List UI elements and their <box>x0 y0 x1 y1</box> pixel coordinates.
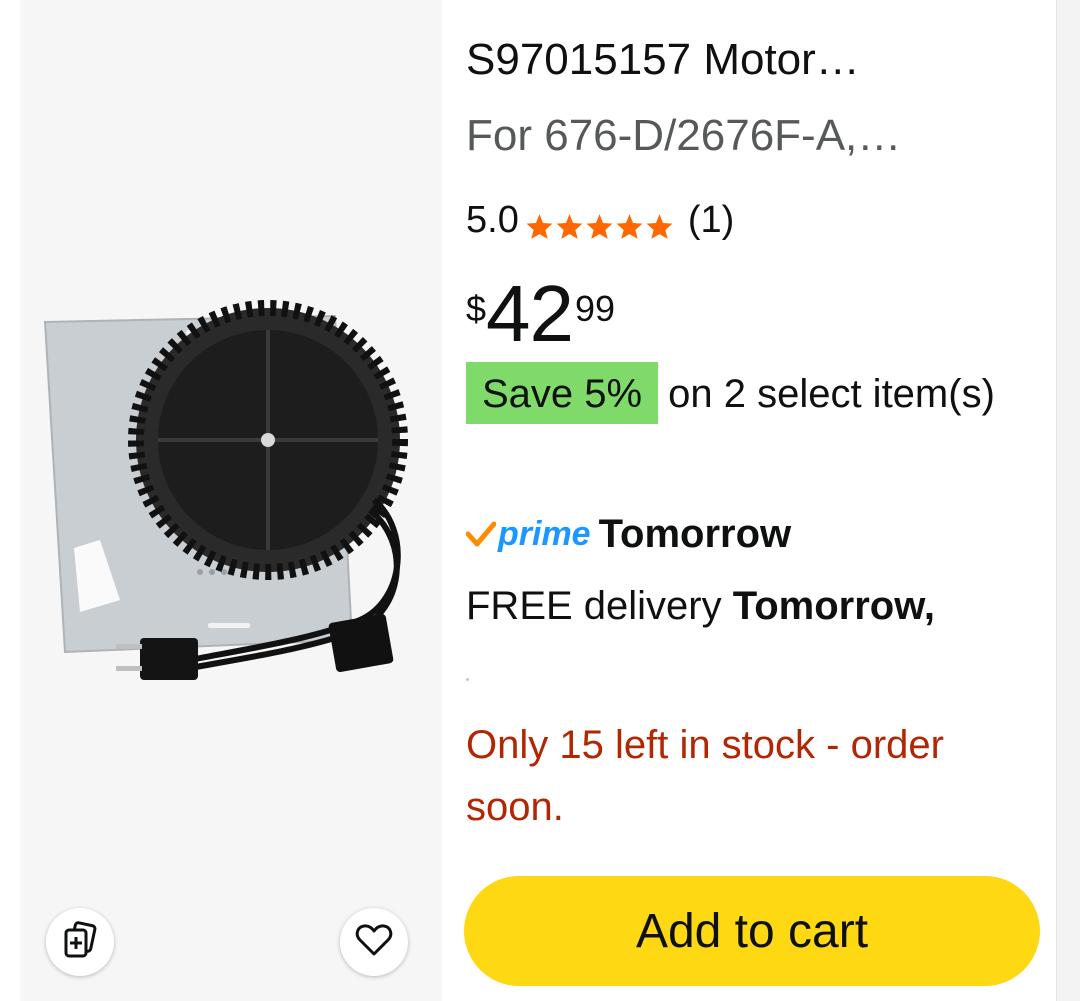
save-text: on 2 select item(s) <box>668 372 995 416</box>
compare-cards-icon <box>60 920 100 965</box>
heart-icon <box>354 920 394 965</box>
prime-check-icon <box>466 521 496 547</box>
star-icon <box>526 213 553 239</box>
prime-delivery-day: Tomorrow <box>598 511 792 556</box>
prime-row: prime Tomorrow <box>466 506 791 562</box>
divider-dot <box>466 678 469 681</box>
compare-button[interactable] <box>46 908 114 976</box>
price-symbol: $ <box>466 288 487 329</box>
product-title[interactable]: S97015157 Motor… <box>466 30 1046 90</box>
star-icon <box>586 213 613 239</box>
wishlist-button[interactable] <box>340 908 408 976</box>
prime-label: prime <box>498 514 591 553</box>
price: $ 42 99 <box>466 274 615 354</box>
star-icon <box>556 213 583 239</box>
rating-value: 5.0 <box>466 198 519 241</box>
star-icon <box>616 213 643 239</box>
delivery-info: FREE delivery Tomorrow, <box>466 578 935 634</box>
coupon-row: Save 5% on 2 select item(s) <box>466 362 1026 426</box>
star-icon <box>646 213 673 239</box>
rating-count: (1) <box>687 198 735 241</box>
delivery-day: Tomorrow, <box>732 584 935 628</box>
next-card-edge <box>1056 0 1080 1001</box>
rating-stars <box>525 201 674 240</box>
price-whole: 42 <box>486 269 574 358</box>
save-badge: Save 5% <box>466 362 659 424</box>
stock-message: Only 15 left in stock - order soon. <box>466 723 944 829</box>
add-to-cart-button[interactable]: Add to cart <box>464 876 1040 986</box>
delivery-prefix: FREE delivery <box>466 584 722 628</box>
product-subtitle[interactable]: For 676-D/2676F-A,… <box>466 106 1046 166</box>
prime-logo: prime <box>466 515 591 554</box>
rating-row[interactable]: 5.0 (1) <box>466 192 734 248</box>
price-fraction: 99 <box>575 288 616 329</box>
product-image[interactable] <box>40 300 430 720</box>
